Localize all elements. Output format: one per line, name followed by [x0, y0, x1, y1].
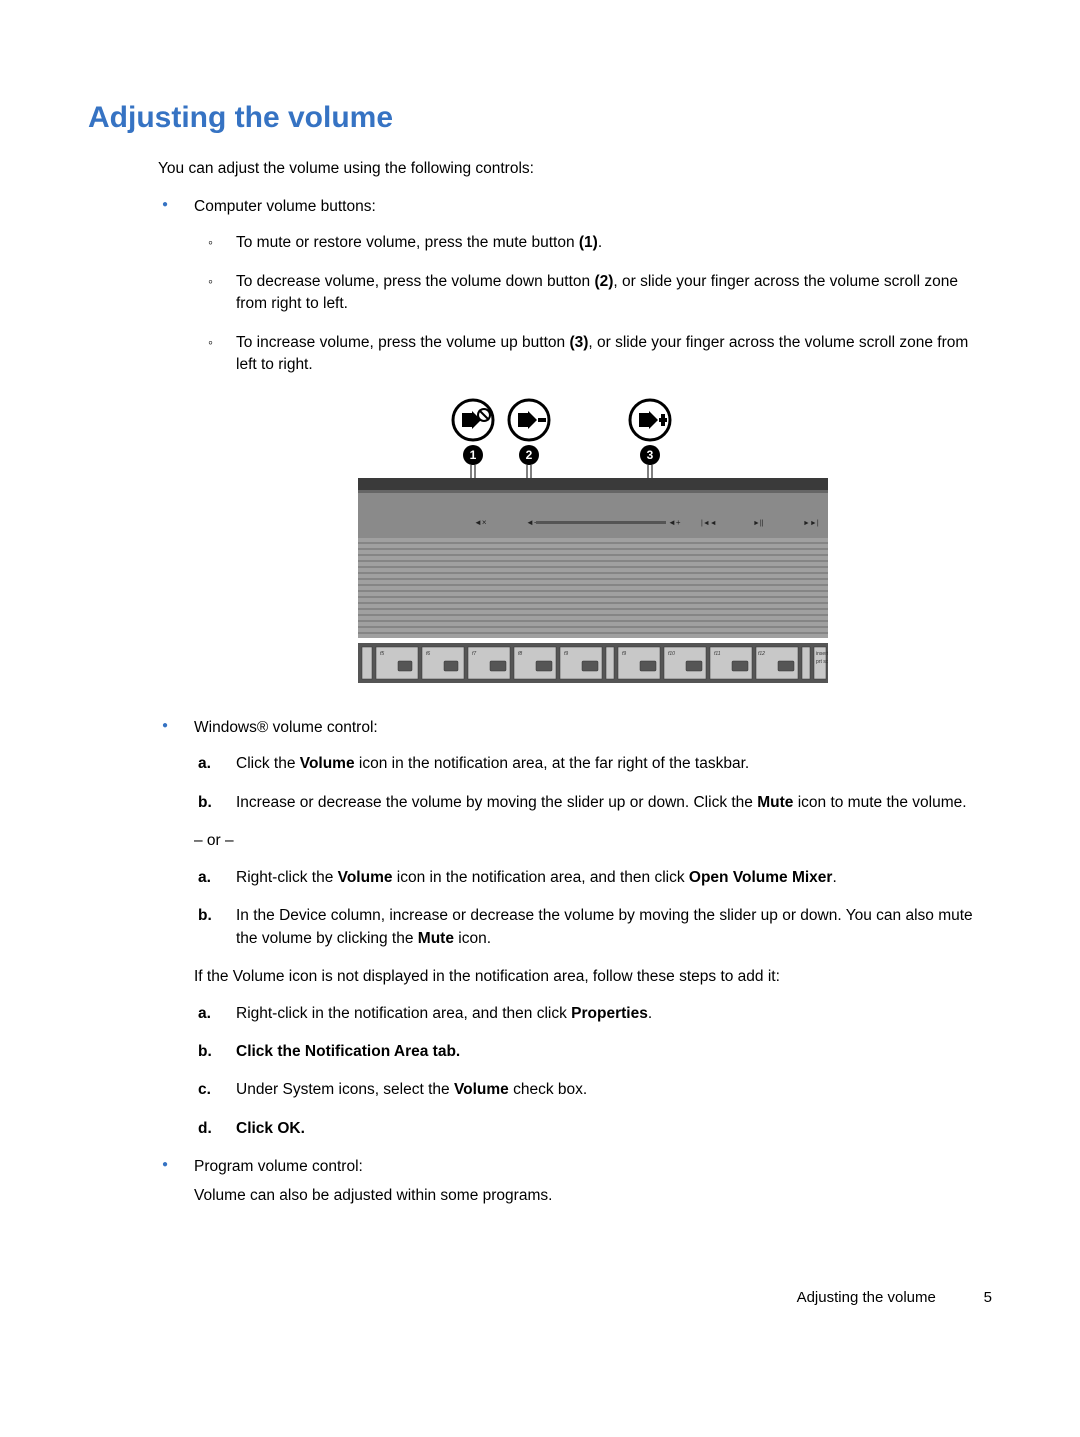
svg-text:2: 2	[526, 448, 533, 462]
svg-text:◄+: ◄+	[668, 518, 681, 527]
footer-title: Adjusting the volume	[797, 1289, 936, 1306]
sub-mute: To mute or restore volume, press the mut…	[194, 232, 992, 254]
note-icon-missing: If the Volume icon is not displayed in t…	[194, 966, 992, 988]
sub-decrease: To decrease volume, press the volume dow…	[194, 271, 992, 316]
step-b: b. Increase or decrease the volume by mo…	[194, 792, 992, 814]
program-volume-text: Volume can also be adjusted within some …	[194, 1185, 992, 1207]
svg-text:►||: ►||	[753, 520, 764, 527]
step-add-a: a. Right-click in the notification area,…	[194, 1003, 992, 1025]
svg-text:f7: f7	[472, 651, 476, 657]
svg-text:f12: f12	[758, 651, 765, 657]
svg-text:f8: f8	[518, 651, 522, 657]
page-title: Adjusting the volume	[88, 96, 992, 140]
svg-text:3: 3	[647, 448, 654, 462]
bullet-windows-volume: Windows® volume control: a. Click the Vo…	[158, 717, 992, 1141]
step-a-alt: a. Right-click the Volume icon in the no…	[194, 867, 992, 889]
svg-text:prt sc: prt sc	[816, 659, 828, 665]
svg-text:f11: f11	[714, 651, 721, 657]
bullet-lead: Program volume control:	[194, 1158, 363, 1175]
bullet-program-volume: Program volume control: Volume can also …	[158, 1156, 992, 1207]
step-add-d: d. Click OK.	[194, 1118, 992, 1140]
svg-text:1: 1	[470, 448, 477, 462]
intro-text: You can adjust the volume using the foll…	[158, 158, 992, 180]
svg-text:f9: f9	[622, 651, 626, 657]
bullet-lead: Windows® volume control:	[194, 719, 378, 736]
step-add-b: b. Click the Notification Area tab.	[194, 1041, 992, 1063]
bullet-computer-volume: Computer volume buttons: To mute or rest…	[158, 196, 992, 693]
svg-text:f6: f6	[426, 651, 430, 657]
step-add-c: c. Under System icons, select the Volume…	[194, 1079, 992, 1101]
svg-text:f5: f5	[380, 651, 384, 657]
volume-buttons-figure: 1 2 3 ◄× ◄− ◄+ |◄◄ ►|| ►►|	[358, 393, 828, 693]
svg-text:|◄◄: |◄◄	[701, 520, 717, 527]
svg-text:f9: f9	[564, 651, 568, 657]
page-number: 5	[964, 1287, 992, 1309]
svg-text:f10: f10	[668, 651, 675, 657]
svg-text:►►|: ►►|	[803, 520, 819, 527]
or-separator: – or –	[194, 830, 992, 852]
svg-text:◄×: ◄×	[474, 518, 487, 527]
svg-text:insert: insert	[816, 651, 828, 657]
sub-increase: To increase volume, press the volume up …	[194, 332, 992, 377]
page-footer: Adjusting the volume 5	[88, 1287, 992, 1309]
bullet-lead: Computer volume buttons:	[194, 198, 376, 215]
step-b-alt: b. In the Device column, increase or dec…	[194, 905, 992, 950]
step-a: a. Click the Volume icon in the notifica…	[194, 753, 992, 775]
